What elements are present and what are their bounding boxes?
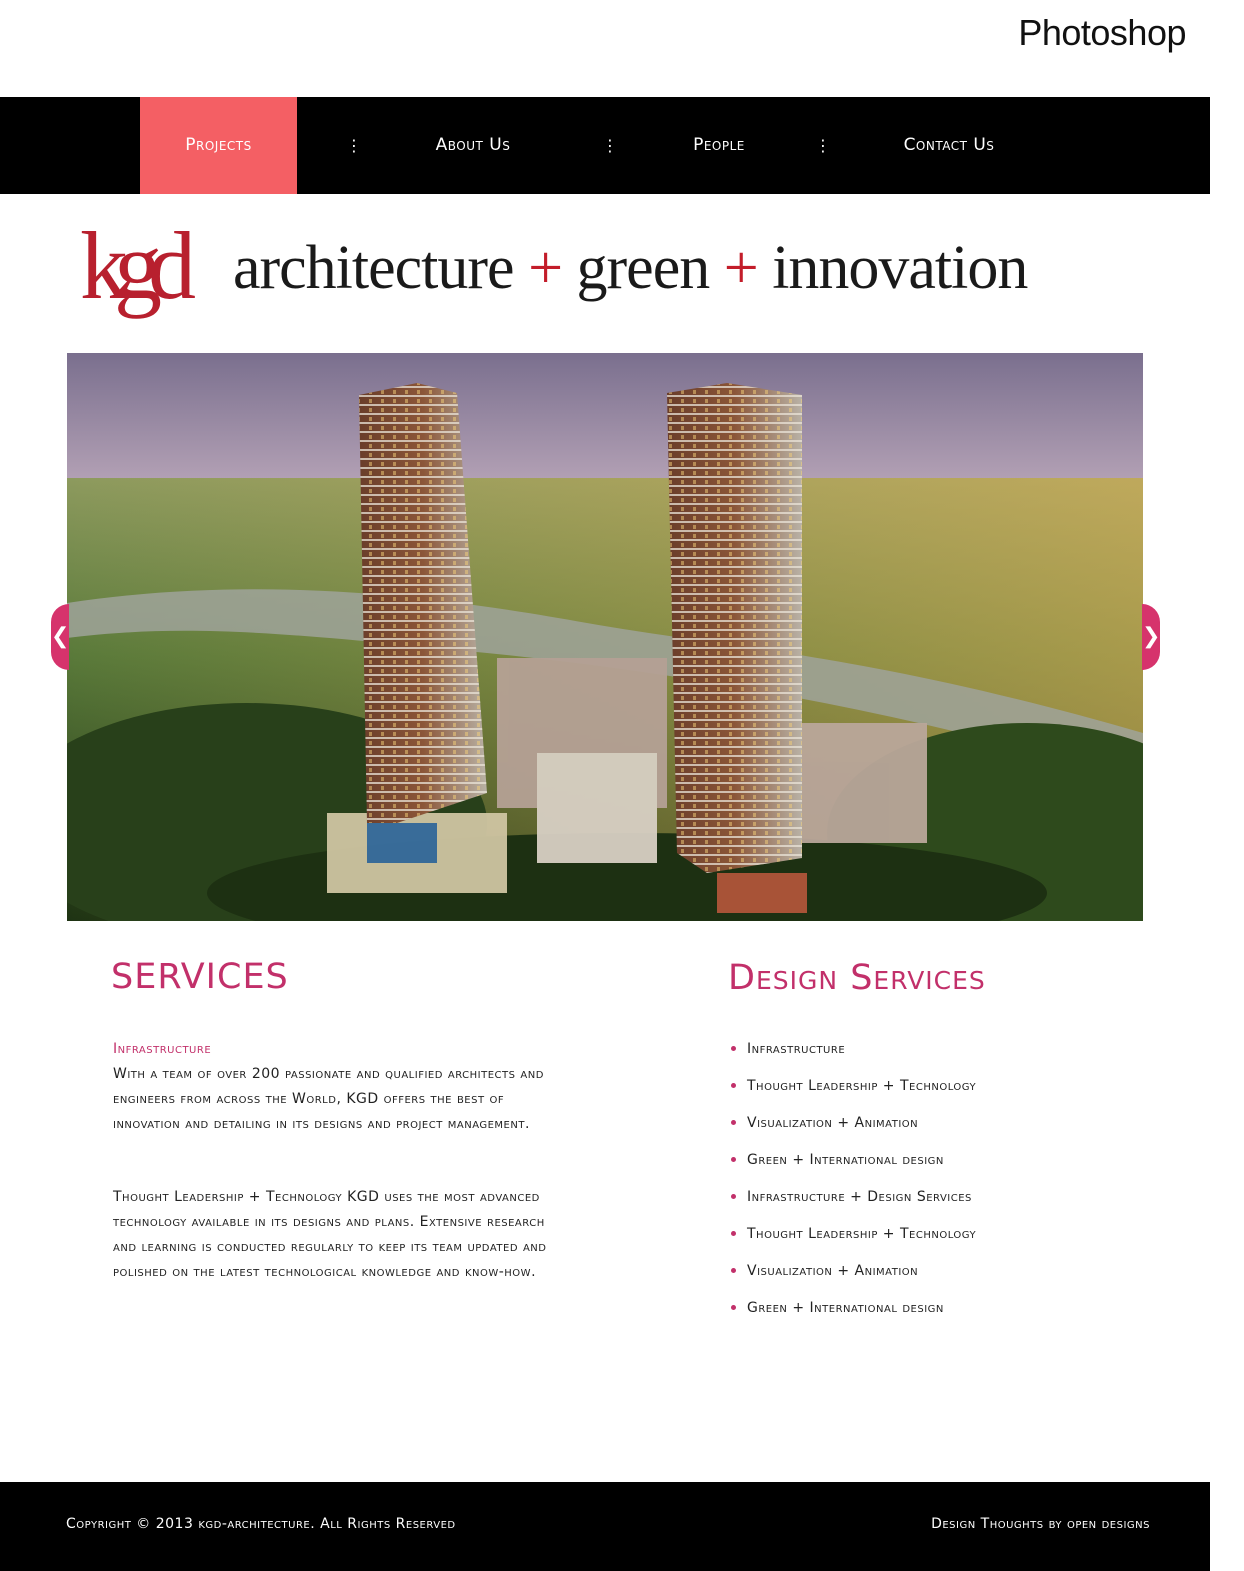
nav-separator: ⋮	[815, 136, 831, 155]
slider-prev-button[interactable]: ❮	[51, 604, 69, 670]
tagline: architecture + green + innovation	[233, 233, 1028, 304]
list-item[interactable]: Green + International design	[731, 1148, 976, 1185]
list-item-label: Green + International design	[747, 1300, 944, 1316]
list-item-label: Thought Leadership + Technology	[747, 1078, 977, 1094]
bullet-icon	[731, 1231, 736, 1236]
list-item-label: Infrastructure	[747, 1041, 846, 1057]
tagline-plus: +	[723, 234, 759, 302]
hero-slide-image	[67, 353, 1143, 921]
list-item[interactable]: Infrastructure + Design Services	[731, 1185, 976, 1222]
hero-illustration	[67, 353, 1143, 921]
footer-copyright: Copyright © 2013 kgd-architecture. All R…	[66, 1516, 456, 1532]
logo-mark-text: kgd	[80, 212, 195, 319]
bullet-icon	[731, 1083, 736, 1088]
services-title: SERVICES	[111, 957, 289, 997]
design-services-title: Design Services	[728, 958, 986, 998]
list-item-label: Visualization + Animation	[747, 1263, 919, 1279]
list-item[interactable]: Visualization + Animation	[731, 1259, 976, 1296]
bullet-icon	[731, 1305, 736, 1310]
list-item-label: Green + International design	[747, 1152, 944, 1168]
list-item-label: Infrastructure + Design Services	[747, 1189, 972, 1205]
kgd-logo-mark: kgd	[80, 212, 209, 319]
nav-separator: ⋮	[346, 136, 362, 155]
slider-next-button[interactable]: ❯	[1142, 604, 1160, 670]
bullet-icon	[731, 1120, 736, 1125]
list-item[interactable]: Thought Leadership + Technology	[731, 1222, 976, 1259]
bullet-icon	[731, 1194, 736, 1199]
app-label: Photoshop	[1018, 12, 1186, 53]
list-item[interactable]: Green + International design	[731, 1296, 976, 1333]
design-services-list: Infrastructure Thought Leadership + Tech…	[731, 1037, 976, 1333]
main-nav: Projects ⋮ About Us ⋮ People ⋮ Contact U…	[0, 97, 1210, 194]
footer: Copyright © 2013 kgd-architecture. All R…	[0, 1482, 1210, 1571]
bullet-icon	[731, 1046, 736, 1051]
services-subhead: Infrastructure	[113, 1041, 212, 1057]
list-item[interactable]: Infrastructure	[731, 1037, 976, 1074]
nav-separator: ⋮	[602, 136, 618, 155]
tagline-innovation: innovation	[772, 234, 1028, 302]
tagline-plus: +	[528, 234, 563, 302]
tagline-green: green	[576, 234, 711, 302]
services-paragraph: With a team of over 200 passionate and q…	[113, 1066, 544, 1132]
footer-credit-link[interactable]: Design Thoughts by open designs	[931, 1516, 1150, 1532]
services-paragraph: Thought Leadership + Technology KGD uses…	[113, 1189, 547, 1280]
nav-about-us[interactable]: About Us	[405, 97, 541, 194]
site-logo[interactable]: kgd architecture + green + innovation	[78, 203, 1028, 343]
nav-projects[interactable]: Projects	[140, 97, 297, 194]
list-item-label: Thought Leadership + Technology	[747, 1226, 977, 1242]
nav-people[interactable]: People	[665, 97, 773, 194]
list-item-label: Visualization + Animation	[747, 1115, 919, 1131]
list-item[interactable]: Visualization + Animation	[731, 1111, 976, 1148]
bullet-icon	[731, 1157, 736, 1162]
nav-contact-us[interactable]: Contact Us	[880, 97, 1018, 194]
list-item[interactable]: Thought Leadership + Technology	[731, 1074, 976, 1111]
tagline-architecture: architecture	[233, 234, 515, 302]
bullet-icon	[731, 1268, 736, 1273]
